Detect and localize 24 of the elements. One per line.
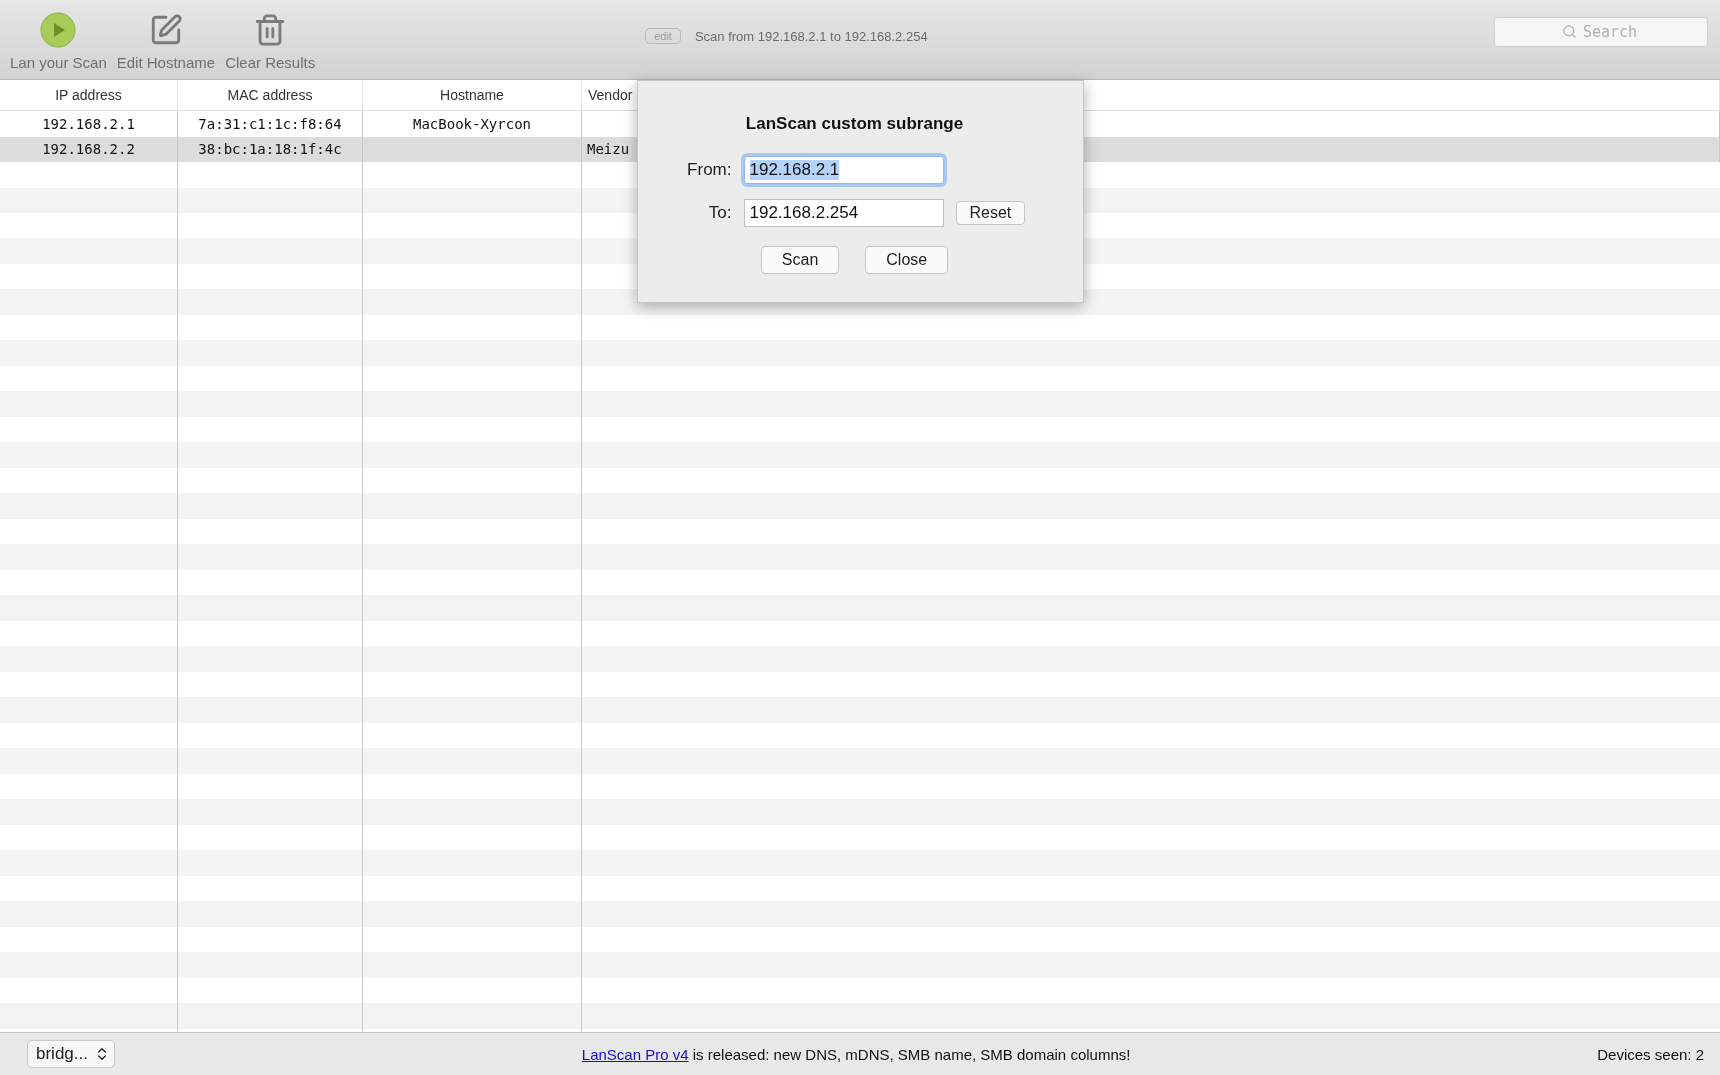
- interface-select[interactable]: bridg...: [27, 1040, 115, 1068]
- input-field[interactable]: 192.168.2.1: [743, 156, 944, 184]
- scan-range-text: Scan from 192.168.2.1 to 192.168.2.254: [694, 28, 928, 44]
- column-header[interactable]: IP address: [0, 80, 178, 110]
- search-field[interactable]: Search: [1494, 17, 1708, 47]
- release-link[interactable]: LanScan Pro v4: [581, 1045, 689, 1063]
- release-notice: LanScan Pro v4 is released: new DNS, mDNS, SMB name, SMB domain columns!: [580, 1045, 1132, 1063]
- dialog-title: LanScan custom subrange: [745, 114, 964, 134]
- field-label: To:: [707, 203, 732, 223]
- input-field[interactable]: 192.168.2.254: [743, 199, 944, 227]
- table-cell: 7a:31:c1:1c:f8:64: [178, 111, 363, 137]
- toolbar-button[interactable]: Lan your Scan: [10, 12, 107, 71]
- table-cell: 192.168.2.1: [0, 111, 178, 137]
- search-icon: [1562, 24, 1577, 39]
- table-cell: MacBook-Xyrcon: [363, 111, 582, 137]
- toolbar-button[interactable]: Clear Results: [225, 12, 316, 71]
- field-label: From:: [686, 160, 732, 180]
- dialog-button[interactable]: Close: [865, 246, 949, 274]
- dialog-button[interactable]: Scan: [760, 246, 840, 274]
- reset-button[interactable]: Reset: [955, 201, 1026, 225]
- play-icon: [40, 12, 77, 48]
- column-header[interactable]: Hostname: [363, 80, 582, 110]
- devices-count: Devices seen: 2: [1597, 1045, 1704, 1063]
- column-header[interactable]: MAC address: [178, 80, 363, 110]
